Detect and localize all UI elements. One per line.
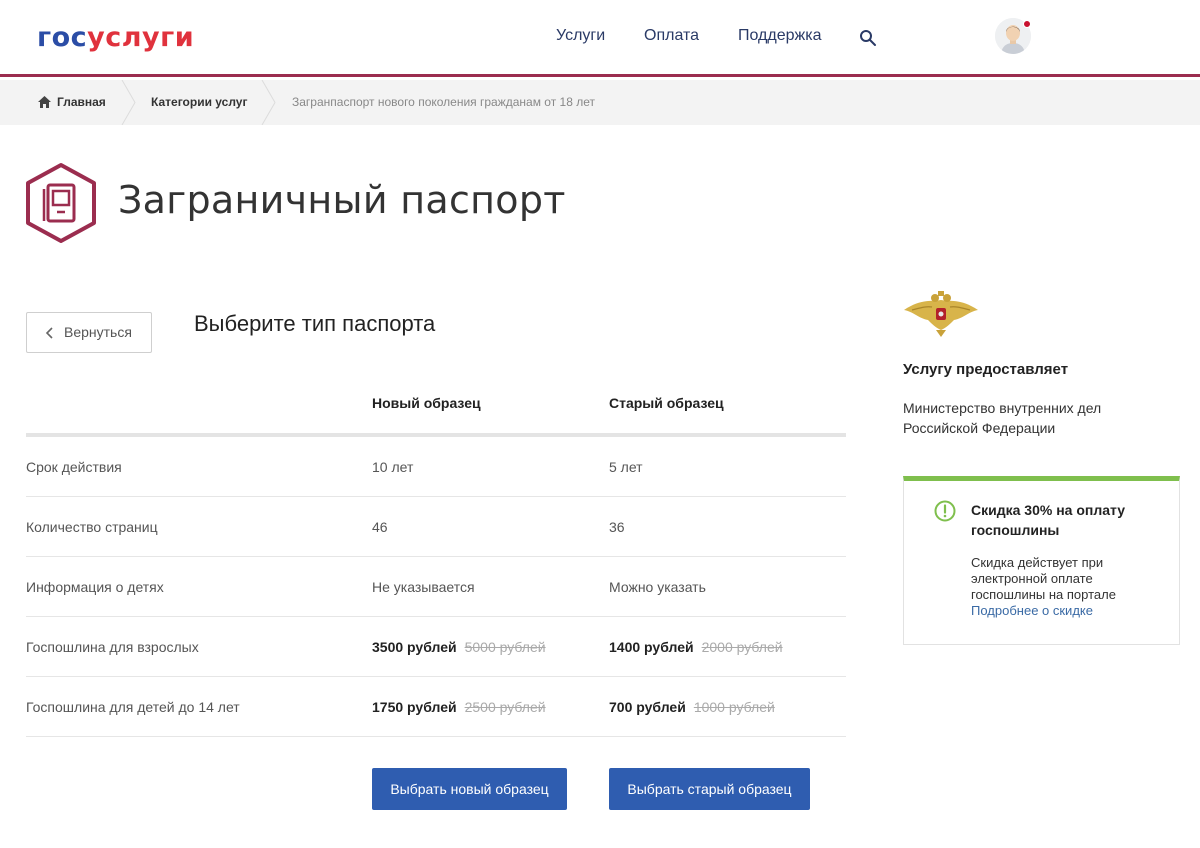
discounted-price: 3500 рублей (372, 639, 457, 655)
cell-old: 5 лет (609, 459, 643, 475)
nav-services[interactable]: Услуги (556, 27, 605, 45)
row-label: Госпошлина для взрослых (26, 639, 199, 655)
original-price: 2000 рублей (701, 639, 783, 655)
back-button[interactable]: Вернуться (26, 312, 152, 353)
discounted-price: 1750 рублей (372, 699, 457, 715)
table-row-fee-children: Госпошлина для детей до 14 лет 1750 рубл… (26, 677, 846, 737)
back-button-label: Вернуться (64, 324, 132, 340)
breadcrumb-home[interactable]: Главная (38, 80, 106, 125)
info-icon (934, 500, 956, 522)
breadcrumb: Главная Категории услуг Загранпаспорт но… (0, 80, 1200, 125)
provider-name: Министерство внутренних дел Российской Ф… (903, 400, 1102, 436)
column-header-old: Старый образец (609, 395, 724, 411)
cell-old: 1400 рублей 2000 рублей (609, 617, 783, 677)
table-row-validity: Срок действия 10 лет 5 лет (26, 437, 846, 497)
row-label: Информация о детях (26, 579, 164, 595)
notification-dot (1023, 20, 1031, 28)
breadcrumb-current: Загранпаспорт нового поколения гражданам… (292, 95, 596, 109)
emblem-icon (904, 291, 978, 337)
row-label: Количество страниц (26, 519, 158, 535)
choose-type-heading: Выберите тип паспорта (194, 311, 436, 336)
gosuslugi-logo[interactable]: госуслуги (37, 22, 194, 54)
row-label: Срок действия (26, 459, 122, 475)
logo-part-uslugi: услуги (87, 22, 195, 53)
table-row-children-info: Информация о детях Не указывается Можно … (26, 557, 846, 617)
nav-support[interactable]: Поддержка (738, 27, 821, 45)
discount-info-card: Скидка 30% на оплату госпошлины Скидка д… (903, 476, 1180, 645)
header: госуслуги Услуги Оплата Поддержка (0, 0, 1200, 77)
breadcrumb-categories[interactable]: Категории услуг (151, 80, 247, 125)
breadcrumb-separator-icon (121, 80, 136, 125)
cell-new: 3500 рублей 5000 рублей (372, 617, 546, 677)
original-price: 5000 рублей (464, 639, 546, 655)
breadcrumb-separator-icon (261, 80, 276, 125)
discount-title: Скидка 30% на оплату госпошлины (971, 502, 1126, 538)
passport-icon (26, 163, 96, 243)
cell-new: 1750 рублей 2500 рублей (372, 677, 546, 737)
page-title: Заграничный паспорт (118, 178, 566, 222)
discount-text: Скидка действует при электронной оплате … (971, 555, 1116, 602)
row-label: Госпошлина для детей до 14 лет (26, 699, 240, 715)
original-price: 1000 рублей (693, 699, 775, 715)
home-icon (38, 95, 51, 108)
logo-part-gos: гос (37, 22, 88, 53)
discount-details-link[interactable]: Подробнее о скидке (971, 603, 1093, 619)
cell-old: 700 рублей 1000 рублей (609, 677, 775, 737)
chevron-left-icon (45, 327, 53, 339)
discounted-price: 1400 рублей (609, 639, 694, 655)
cell-new: 46 (372, 519, 388, 535)
provider-heading: Услугу предоставляет (903, 361, 1069, 378)
table-row-pages: Количество страниц 46 36 (26, 497, 846, 557)
choose-old-passport-button[interactable]: Выбрать старый образец (609, 768, 810, 810)
choose-new-passport-button[interactable]: Выбрать новый образец (372, 768, 567, 810)
column-header-new: Новый образец (372, 395, 481, 411)
discounted-price: 700 рублей (609, 699, 686, 715)
cell-new: 10 лет (372, 459, 414, 475)
cell-old: 36 (609, 519, 625, 535)
original-price: 2500 рублей (464, 699, 546, 715)
breadcrumb-home-label: Главная (57, 95, 106, 109)
table-row-fee-adults: Госпошлина для взрослых 3500 рублей 5000 … (26, 617, 846, 677)
cell-new: Не указывается (372, 579, 475, 595)
cell-old: Можно указать (609, 579, 706, 595)
nav-payment[interactable]: Оплата (644, 27, 699, 45)
search-icon[interactable] (859, 29, 877, 47)
